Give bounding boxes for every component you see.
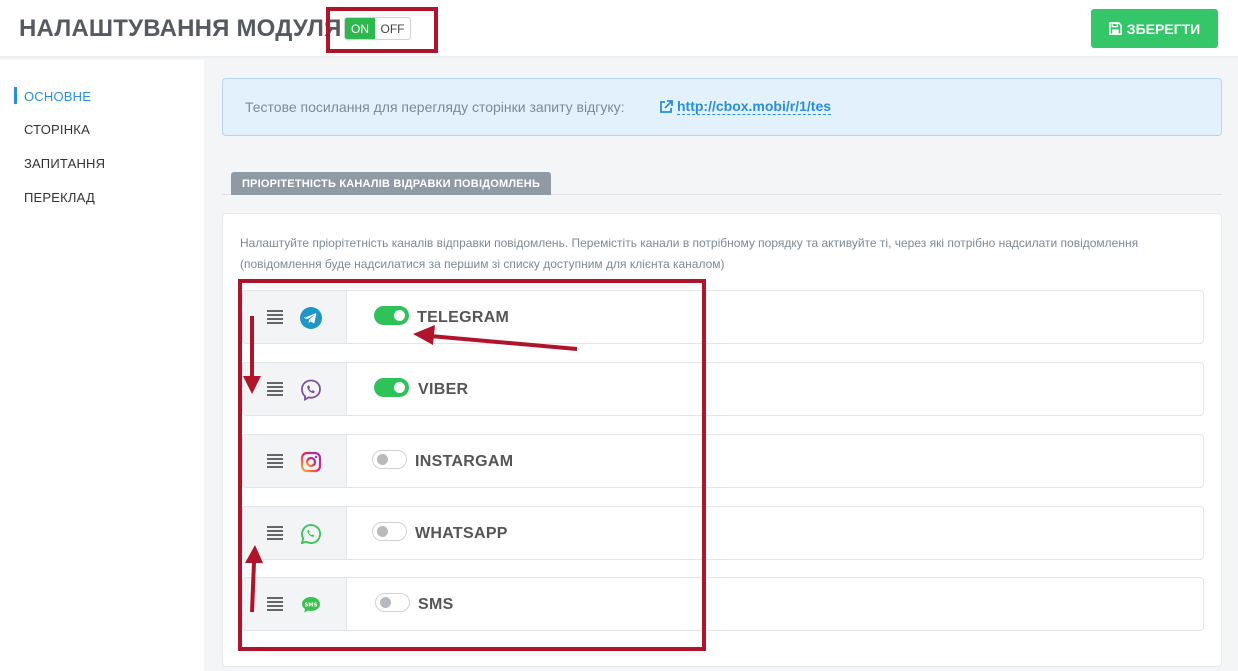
channel-toggle-viber[interactable] bbox=[374, 378, 409, 397]
toggle-knob bbox=[377, 526, 388, 537]
channel-toggle-telegram[interactable] bbox=[374, 306, 409, 325]
drag-handle-icon[interactable] bbox=[267, 310, 283, 324]
channel-toggle-whatsapp[interactable] bbox=[372, 522, 407, 541]
viber-icon bbox=[301, 379, 321, 401]
channel-name: INSTARGAM bbox=[415, 453, 514, 470]
channel-row-sms[interactable]: SMS SMS bbox=[242, 577, 1204, 631]
channels-description: Налаштуйте пріорітетність каналів відпра… bbox=[240, 236, 1139, 271]
channel-toggle-sms[interactable] bbox=[375, 593, 410, 612]
external-link-icon bbox=[660, 99, 673, 113]
row-handle-area bbox=[243, 435, 347, 487]
drag-handle-icon[interactable] bbox=[267, 382, 283, 396]
test-link-text[interactable]: http://cbox.mobi/r/1/tes bbox=[677, 98, 832, 115]
row-handle-area bbox=[243, 291, 347, 343]
sms-icon: SMS bbox=[302, 597, 320, 613]
sidebar-item-main[interactable]: ОСНОВНЕ bbox=[24, 89, 91, 104]
tab-channel-priority[interactable]: ПРІОРІТЕТНІСТЬ КАНАЛІВ ВІДРАВКИ ПОВІДОМЛ… bbox=[231, 172, 551, 195]
save-button-label: ЗБЕРЕГТИ bbox=[1126, 20, 1201, 37]
header-bar: НАЛАШТУВАННЯ МОДУЛЯ ON OFF ЗБЕРЕГТИ bbox=[0, 0, 1238, 58]
channel-name: WHATSAPP bbox=[415, 525, 508, 542]
drag-handle-icon[interactable] bbox=[267, 526, 283, 540]
toggle-knob bbox=[380, 597, 391, 608]
info-text: Тестове посилання для перегляду сторінки… bbox=[245, 99, 625, 115]
channel-name: VIBER bbox=[418, 381, 469, 398]
drag-handle-icon[interactable] bbox=[267, 597, 283, 611]
channel-name: TELEGRAM bbox=[417, 309, 510, 326]
test-link-info-box: Тестове посилання для перегляду сторінки… bbox=[222, 78, 1222, 136]
sidebar bbox=[0, 60, 204, 671]
channel-name: SMS bbox=[418, 596, 454, 613]
save-button[interactable]: ЗБЕРЕГТИ bbox=[1091, 9, 1218, 48]
telegram-icon bbox=[300, 307, 322, 329]
channel-row-telegram[interactable]: TELEGRAM bbox=[242, 290, 1204, 344]
channel-row-instagram[interactable]: INSTARGAM bbox=[242, 434, 1204, 488]
channel-row-whatsapp[interactable]: WHATSAPP bbox=[242, 506, 1204, 560]
row-handle-area bbox=[243, 578, 347, 630]
test-link[interactable]: http://cbox.mobi/r/1/tes bbox=[659, 98, 832, 115]
svg-text:SMS: SMS bbox=[305, 602, 318, 608]
toggle-off-option[interactable]: OFF bbox=[375, 18, 410, 39]
active-nav-marker bbox=[14, 87, 17, 104]
sidebar-item-questions[interactable]: ЗАПИТАННЯ bbox=[24, 156, 105, 171]
sidebar-item-page[interactable]: СТОРІНКА bbox=[24, 122, 90, 137]
drag-handle-icon[interactable] bbox=[267, 454, 283, 468]
floppy-disk-icon bbox=[1108, 22, 1122, 35]
toggle-knob bbox=[394, 310, 405, 321]
instagram-icon bbox=[300, 451, 322, 473]
row-handle-area bbox=[243, 507, 347, 559]
row-handle-area bbox=[243, 363, 347, 415]
module-on-off-toggle[interactable]: ON OFF bbox=[344, 17, 411, 40]
channel-toggle-instagram[interactable] bbox=[372, 450, 407, 469]
sidebar-item-translation[interactable]: ПЕРЕКЛАД bbox=[24, 190, 95, 205]
channel-row-viber[interactable]: VIBER bbox=[242, 362, 1204, 416]
whatsapp-icon bbox=[300, 524, 321, 545]
toggle-knob bbox=[377, 454, 388, 465]
page-title: НАЛАШТУВАННЯ МОДУЛЯ bbox=[19, 15, 342, 42]
toggle-on-option[interactable]: ON bbox=[345, 18, 375, 39]
toggle-knob bbox=[394, 382, 405, 393]
